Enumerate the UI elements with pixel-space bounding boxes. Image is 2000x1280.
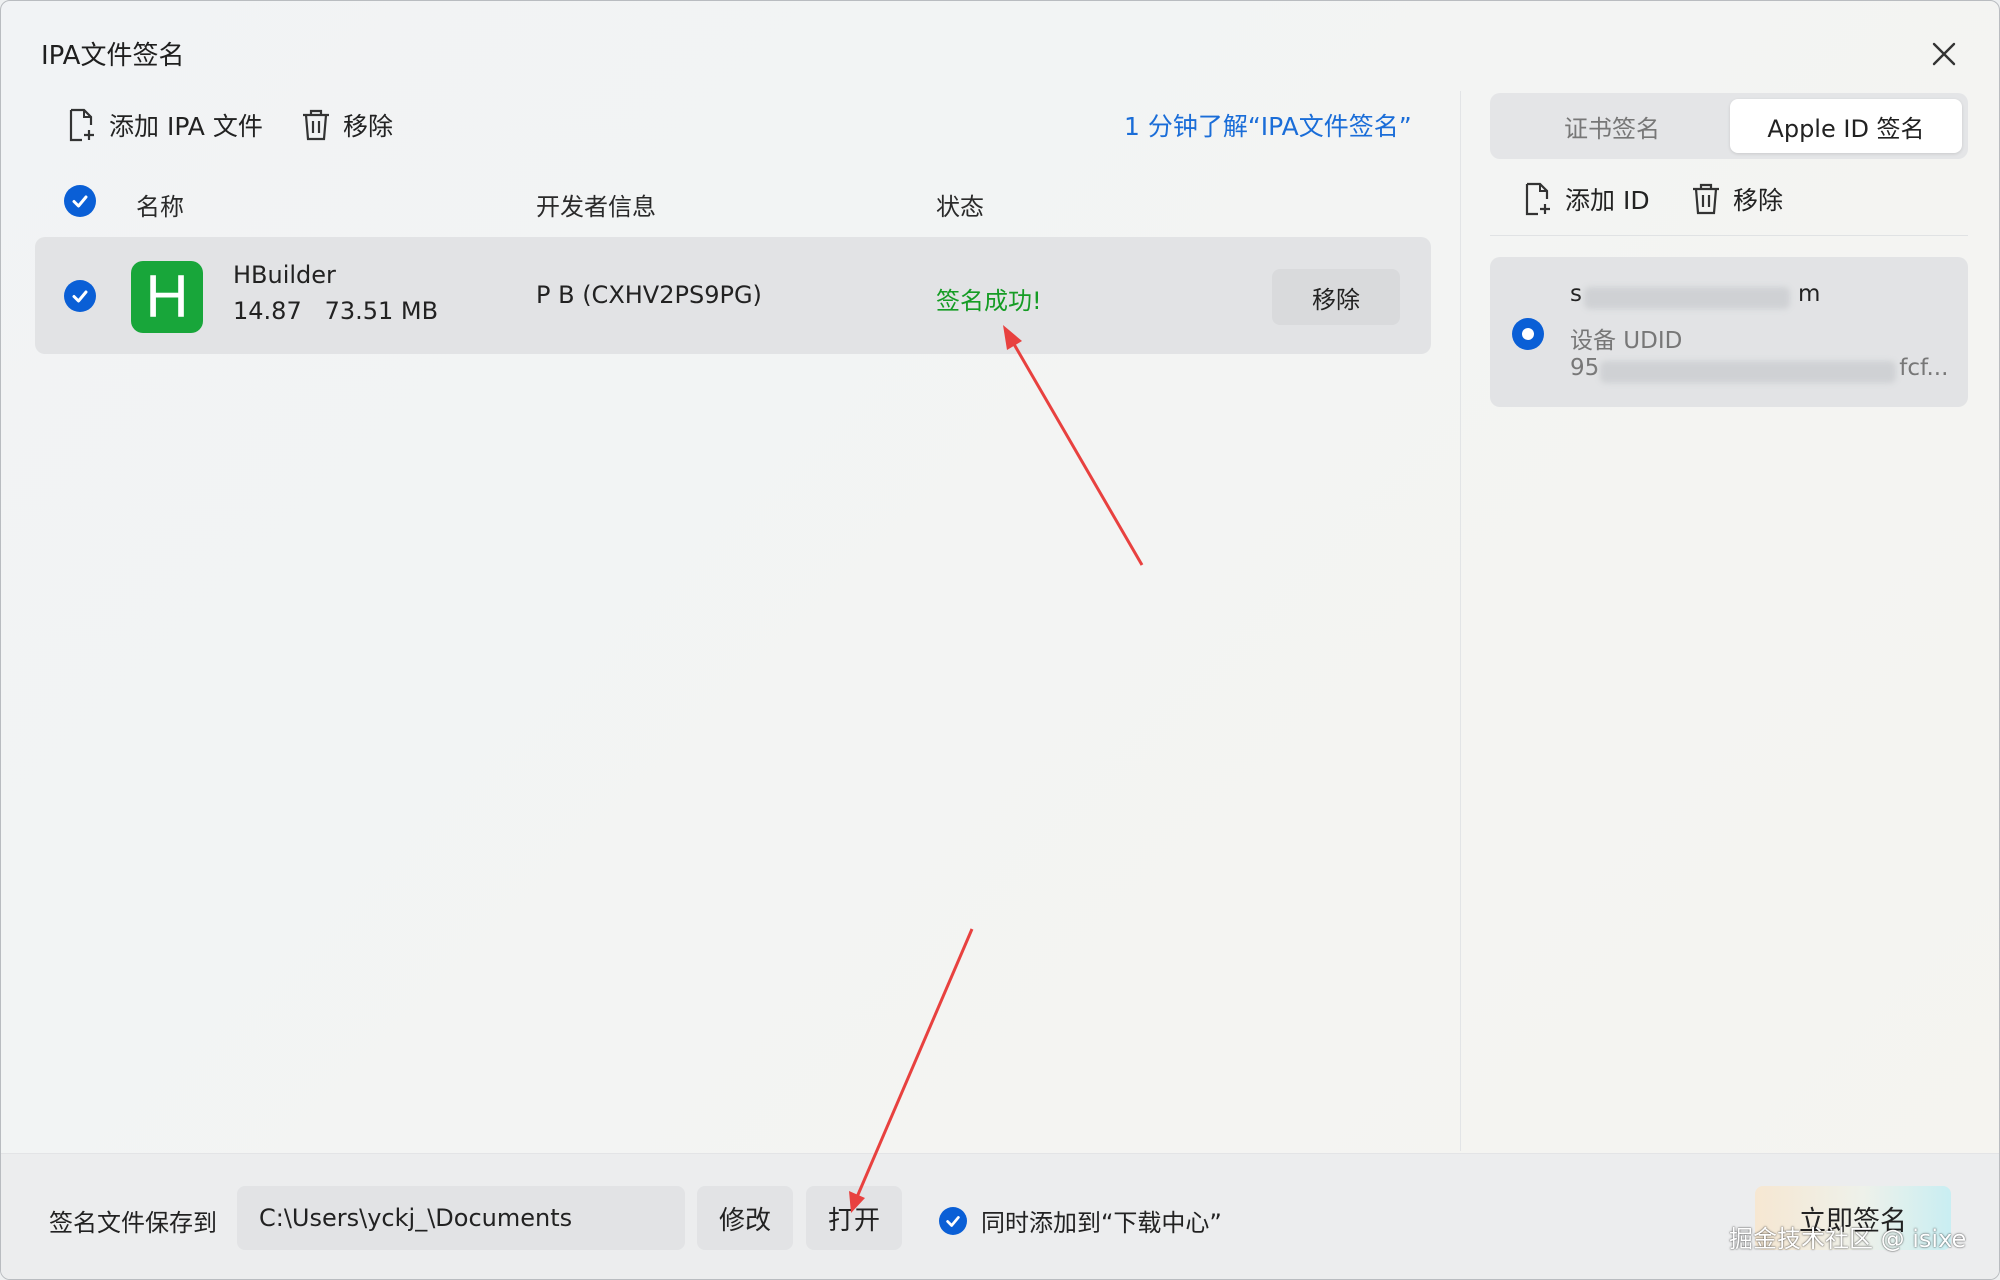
checkmark-icon <box>72 195 88 208</box>
udid-label: 设备 UDID <box>1570 328 1683 354</box>
row-checkbox[interactable] <box>64 280 96 312</box>
open-folder-button[interactable]: 打开 <box>806 1186 902 1250</box>
developer-info: P B (CXHV2PS9PG) <box>536 281 762 309</box>
app-icon-letter: H <box>145 263 189 330</box>
sign-mode-segmented-control: 证书签名 Apple ID 签名 <box>1490 93 1968 159</box>
trash-icon <box>303 109 329 141</box>
add-ipa-label: 添加 IPA 文件 <box>109 112 263 141</box>
redacted-email <box>1584 287 1790 309</box>
add-id-label: 添加 ID <box>1565 186 1650 215</box>
remove-id-button[interactable]: 移除 <box>1691 181 1783 217</box>
column-header-name[interactable]: 名称 <box>136 187 184 222</box>
ipa-sign-dialog: IPA文件签名 添加 IPA 文件 移除 1 分钟了解“IPA文件签名” 名称 … <box>0 0 2000 1280</box>
select-all-checkbox[interactable] <box>64 185 96 217</box>
row-remove-button[interactable]: 移除 <box>1272 269 1400 325</box>
watermark-text: 掘金技术社区 @ isixe <box>1729 1225 1967 1253</box>
remove-id-label: 移除 <box>1733 186 1784 215</box>
table-row[interactable]: H HBuilder 14.87 73.51 MB P B (CXHV2PS9P… <box>35 237 1431 354</box>
add-file-icon <box>1525 182 1550 216</box>
learn-ipa-sign-link[interactable]: 1 分钟了解“IPA文件签名” <box>1124 107 1412 143</box>
add-ipa-button[interactable]: 添加 IPA 文件 <box>67 107 263 143</box>
status-text: 签名成功! <box>936 287 1042 315</box>
remove-label: 移除 <box>343 112 394 141</box>
trash-icon <box>1693 183 1719 215</box>
tab-apple-id-sign[interactable]: Apple ID 签名 <box>1730 99 1962 153</box>
close-icon[interactable] <box>1921 31 1967 77</box>
bottom-bar: 签名文件保存到 修改 打开 同时添加到“下载中心” 立即签名 <box>1 1153 1999 1279</box>
column-header-developer[interactable]: 开发者信息 <box>536 187 656 222</box>
column-header-status[interactable]: 状态 <box>936 187 984 222</box>
panel-divider <box>1460 91 1461 1151</box>
redacted-udid <box>1600 361 1896 383</box>
tab-certificate-sign[interactable]: 证书签名 <box>1496 99 1728 153</box>
add-file-icon <box>69 108 94 142</box>
id-radio-selected[interactable] <box>1512 318 1544 350</box>
add-id-button[interactable]: 添加 ID <box>1523 181 1650 217</box>
download-center-label: 同时添加到“下载中心” <box>981 1209 1222 1237</box>
checkmark-icon <box>946 1215 960 1227</box>
checkbox-checked[interactable] <box>939 1206 967 1235</box>
modify-path-button[interactable]: 修改 <box>697 1186 793 1250</box>
app-name: HBuilder <box>233 261 336 289</box>
remove-ipa-button[interactable]: 移除 <box>301 107 393 143</box>
hbuilder-app-icon: H <box>131 261 203 333</box>
apple-id-card[interactable]: sm 设备 UDID 95 fcf... <box>1490 257 1968 407</box>
checkmark-icon <box>72 290 88 303</box>
app-version-size: 14.87 73.51 MB <box>233 297 439 325</box>
right-panel-divider <box>1490 235 1968 236</box>
save-path-input[interactable] <box>237 1186 685 1250</box>
arrow-to-status <box>1003 325 1144 566</box>
add-to-download-center-checkbox[interactable]: 同时添加到“下载中心” <box>939 1203 1222 1238</box>
dialog-title: IPA文件签名 <box>41 41 185 71</box>
save-location-label: 签名文件保存到 <box>49 1209 217 1237</box>
